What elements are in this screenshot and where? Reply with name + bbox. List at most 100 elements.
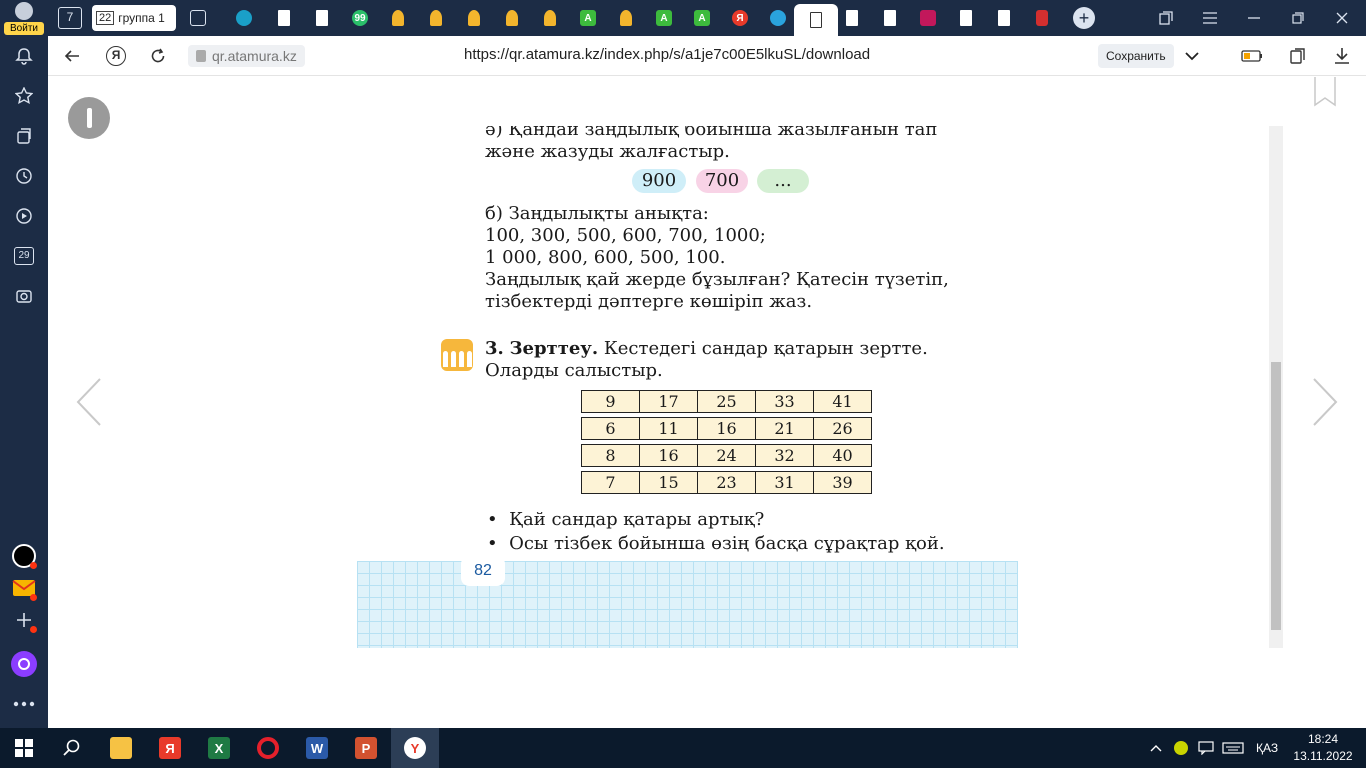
tab-manager-icon[interactable]	[1144, 0, 1188, 36]
excel-icon[interactable]: X	[195, 728, 243, 768]
tab-green-badge[interactable]: 99	[342, 4, 378, 32]
domain-pill[interactable]: qr.atamura.kz	[188, 45, 305, 67]
extensions-icon[interactable]	[1286, 44, 1310, 68]
music-app-icon[interactable]	[0, 538, 48, 574]
domain-text: qr.atamura.kz	[212, 48, 297, 64]
new-folder-tab-icon[interactable]	[180, 4, 216, 32]
number-table: 9 17 25 33 41	[581, 390, 872, 413]
file-explorer-icon[interactable]	[97, 728, 145, 768]
tab-telegram[interactable]	[760, 4, 796, 32]
table-cell: 6	[581, 417, 640, 440]
security-status-icon[interactable]	[1174, 728, 1188, 768]
scrollbar-thumb[interactable]	[1271, 362, 1281, 630]
notification-dot	[30, 594, 37, 601]
windows-start-icon[interactable]	[0, 728, 48, 768]
tab-hand[interactable]	[608, 4, 644, 32]
task-number: 3.	[485, 338, 504, 359]
yandex-icon[interactable]: Я	[102, 42, 130, 70]
tab-hand[interactable]	[418, 4, 454, 32]
download-icon[interactable]	[1330, 44, 1354, 68]
back-icon[interactable]	[58, 42, 86, 70]
battery-icon[interactable]	[1240, 44, 1264, 68]
table-cell: 33	[755, 390, 814, 413]
tab-document[interactable]	[872, 4, 908, 32]
bell-icon[interactable]	[0, 38, 48, 74]
scrollbar[interactable]	[1269, 126, 1283, 648]
tab-green-a[interactable]: A	[646, 4, 682, 32]
tab-red-shield[interactable]	[1024, 4, 1060, 32]
alice-icon[interactable]	[0, 646, 48, 682]
powerpoint-icon[interactable]: P	[342, 728, 390, 768]
tab-red-logo[interactable]	[910, 4, 946, 32]
previous-page-icon[interactable]	[74, 377, 104, 427]
calendar-icon[interactable]: 29	[0, 238, 48, 274]
next-page-icon[interactable]	[1310, 377, 1340, 427]
tab-strip: 7 22 группа 1 99 A A A Я +	[48, 0, 1366, 36]
yandex-browser-icon[interactable]: Я	[146, 728, 194, 768]
mail-icon[interactable]	[0, 570, 48, 606]
table-cell: 21	[755, 417, 814, 440]
table-cell: 8	[581, 444, 640, 467]
close-icon[interactable]	[1320, 0, 1364, 36]
tab-group[interactable]: 22 группа 1	[92, 5, 176, 31]
search-icon[interactable]	[48, 728, 96, 768]
add-panel-icon[interactable]	[0, 602, 48, 638]
reload-icon[interactable]	[144, 42, 172, 70]
clock[interactable]: 18:24 13.11.2022	[1288, 731, 1358, 765]
history-icon[interactable]	[0, 158, 48, 194]
table-row: 6 11 16 21 26	[581, 417, 872, 440]
table-cell: 26	[813, 417, 872, 440]
number-table: 7 15 23 31 39	[581, 471, 872, 494]
taskbar: Я X W P Y ҚАЗ 18:24 13.11.2022	[0, 728, 1366, 768]
word-icon[interactable]: W	[293, 728, 341, 768]
keyboard-icon[interactable]	[1222, 728, 1244, 768]
more-icon[interactable]	[0, 686, 48, 722]
table-cell: 15	[639, 471, 698, 494]
menu-icon[interactable]	[1188, 0, 1232, 36]
tab-hand[interactable]	[494, 4, 530, 32]
table-row: 9 17 25 33 41	[581, 390, 872, 413]
pause-button[interactable]	[68, 97, 110, 139]
workspace-button[interactable]: 7	[52, 4, 88, 32]
tab-green-a[interactable]: A	[570, 4, 606, 32]
research-icon	[441, 339, 473, 371]
minimize-icon[interactable]	[1232, 0, 1276, 36]
tab-document[interactable]	[986, 4, 1022, 32]
tab-hand[interactable]	[456, 4, 492, 32]
tab-hand[interactable]	[532, 4, 568, 32]
url-text[interactable]: https://qr.atamura.kz/index.php/s/a1je7c…	[464, 46, 870, 63]
tab-hand[interactable]	[380, 4, 416, 32]
tab-group-count: 22	[96, 11, 115, 25]
profile-button[interactable]: Войти	[4, 2, 44, 36]
tab-document[interactable]	[834, 4, 870, 32]
restore-icon[interactable]	[1276, 0, 1320, 36]
login-label: Войти	[4, 22, 44, 35]
bookmark-icon[interactable]	[1313, 77, 1337, 107]
opera-icon[interactable]	[244, 728, 292, 768]
tab-document[interactable]	[266, 4, 302, 32]
task-line: тізбектерді дәптерге көшіріп жаз.	[485, 291, 813, 312]
tab-globe[interactable]	[226, 4, 262, 32]
tab-yandex[interactable]: Я	[722, 4, 758, 32]
yandex-taskbar-icon[interactable]: Y	[391, 728, 439, 768]
tab-document[interactable]	[304, 4, 340, 32]
language-indicator[interactable]: ҚАЗ	[1256, 728, 1278, 768]
table-cell: 7	[581, 471, 640, 494]
bullet-text: Қай сандар қатары артық?	[509, 509, 765, 530]
save-button[interactable]: Сохранить	[1098, 44, 1174, 68]
tab-active-document[interactable]	[794, 4, 838, 36]
new-tab-icon[interactable]: +	[1066, 4, 1102, 32]
chat-icon[interactable]	[1198, 728, 1214, 768]
chevron-up-icon[interactable]	[1150, 728, 1162, 768]
star-icon[interactable]	[0, 78, 48, 114]
play-icon[interactable]	[0, 198, 48, 234]
page-number: 82	[461, 556, 505, 586]
tab-green-a[interactable]: A	[684, 4, 720, 32]
screenshot-icon[interactable]	[0, 278, 48, 314]
bullet-icon: •	[487, 509, 510, 530]
chevron-down-icon[interactable]	[1180, 44, 1204, 68]
collections-icon[interactable]	[0, 118, 48, 154]
tab-document[interactable]	[948, 4, 984, 32]
document-viewer: ә) Қандай заңдылық бойынша жазылғанын та…	[48, 77, 1366, 728]
table-cell: 32	[755, 444, 814, 467]
